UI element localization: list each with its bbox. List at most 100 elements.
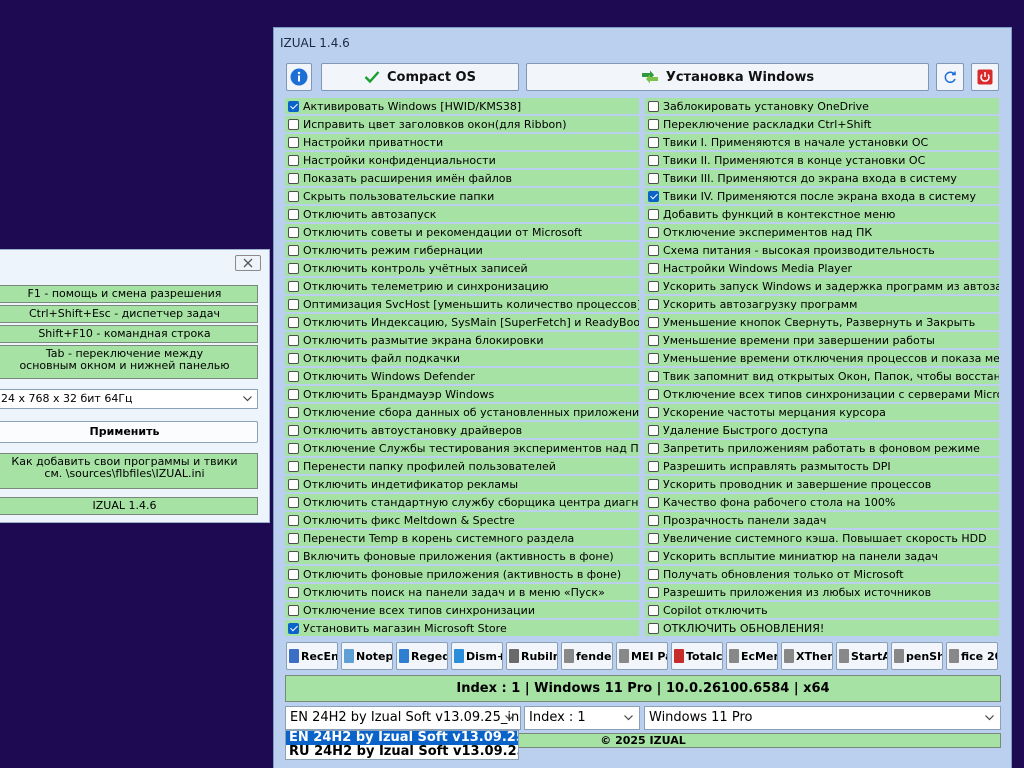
checkbox[interactable] — [648, 496, 659, 508]
power-button[interactable] — [971, 63, 999, 91]
right-option-row[interactable]: Ускорить всплытие миниатюр на панели зад… — [645, 548, 999, 564]
checkbox[interactable] — [648, 136, 659, 148]
right-option-row[interactable]: Добавить функций в контекстное меню — [645, 206, 999, 222]
left-option-row[interactable]: Исправить цвет заголовков окон(для Ribbo… — [285, 116, 639, 132]
right-option-row[interactable]: Качество фона рабочего стола на 100% — [645, 494, 999, 510]
left-option-row[interactable]: Отключить фикс Meltdown & Spectre — [285, 512, 639, 528]
checkbox[interactable] — [288, 334, 299, 346]
checkbox[interactable] — [648, 154, 659, 166]
left-option-row[interactable]: Отключить автозапуск — [285, 206, 639, 222]
program-button[interactable]: RecEnv — [286, 642, 338, 670]
checkbox[interactable] — [288, 190, 299, 202]
left-option-row[interactable]: Показать расширения имён файлов — [285, 170, 639, 186]
resolution-select[interactable]: 24 x 768 x 32 бит 64Гц — [0, 389, 258, 409]
checkbox[interactable] — [648, 226, 659, 238]
checkbox[interactable] — [288, 370, 299, 382]
left-option-row[interactable]: Отключить телеметрию и синхронизацию — [285, 278, 639, 294]
checkbox[interactable] — [648, 460, 659, 472]
checkbox[interactable] — [288, 496, 299, 508]
checkbox-checked[interactable] — [288, 622, 299, 634]
right-option-row[interactable]: Переключение раскладки Ctrl+Shift — [645, 116, 999, 132]
checkbox[interactable] — [648, 172, 659, 184]
left-option-row[interactable]: Отключить стандартную службу сборщика це… — [285, 494, 639, 510]
left-option-row[interactable]: Отключить советы и рекомендации от Micro… — [285, 224, 639, 240]
checkbox[interactable] — [288, 586, 299, 598]
checkbox[interactable] — [648, 316, 659, 328]
left-option-row[interactable]: Отключить режим гибернации — [285, 242, 639, 258]
left-option-row[interactable]: Включить фоновые приложения (активность … — [285, 548, 639, 564]
program-button[interactable]: Dism++ — [451, 642, 503, 670]
checkbox[interactable] — [648, 478, 659, 490]
checkbox[interactable] — [648, 550, 659, 562]
left-option-row[interactable]: Отключить автоустановку драйверов — [285, 422, 639, 438]
left-option-row[interactable]: Отключить поиск на панели задач и в меню… — [285, 584, 639, 600]
left-option-row[interactable]: Отключить индетификатор рекламы — [285, 476, 639, 492]
refresh-button[interactable] — [936, 63, 964, 91]
index-select[interactable]: Index : 1 — [524, 706, 640, 730]
program-button[interactable]: StartAllBa — [836, 642, 888, 670]
left-option-row[interactable]: Отключение всех типов синхронизации — [285, 602, 639, 618]
checkbox[interactable] — [288, 298, 299, 310]
checkbox-checked[interactable] — [648, 190, 659, 202]
checkbox[interactable] — [648, 280, 659, 292]
checkbox[interactable] — [648, 406, 659, 418]
program-button[interactable]: Regedit — [396, 642, 448, 670]
checkbox[interactable] — [288, 514, 299, 526]
right-option-row[interactable]: Ускорение частоты мерцания курсора — [645, 404, 999, 420]
right-option-row[interactable]: Уменьшение времени отключения процессов … — [645, 350, 999, 366]
checkbox[interactable] — [288, 460, 299, 472]
left-option-row[interactable]: Отключение Службы тестирования экспериме… — [285, 440, 639, 456]
checkbox[interactable] — [288, 532, 299, 544]
program-button[interactable]: Totalcm — [671, 642, 723, 670]
edition-select[interactable]: Windows 11 Pro — [644, 706, 1001, 730]
build-option[interactable]: RU 24H2 by Izual Soft v13.09.25_inst — [286, 745, 518, 759]
right-option-row[interactable]: Отключение экспериментов над ПК — [645, 224, 999, 240]
program-button[interactable]: MEI Parti — [616, 642, 668, 670]
helper-close-button[interactable] — [235, 255, 261, 271]
right-option-row[interactable]: Твики II. Применяются в конце установки … — [645, 152, 999, 168]
left-option-row[interactable]: Скрыть пользовательские папки — [285, 188, 639, 204]
checkbox[interactable] — [288, 424, 299, 436]
left-option-row[interactable]: Перенести папку профилей пользователей — [285, 458, 639, 474]
right-option-row[interactable]: Ускорить проводник и завершение процессо… — [645, 476, 999, 492]
program-button[interactable]: penShellS — [891, 642, 943, 670]
checkbox[interactable] — [648, 622, 659, 634]
info-button[interactable] — [286, 63, 312, 91]
program-button[interactable]: EcMenu_v — [726, 642, 778, 670]
checkbox[interactable] — [648, 568, 659, 580]
checkbox-checked[interactable] — [288, 100, 299, 112]
checkbox[interactable] — [648, 208, 659, 220]
checkbox[interactable] — [648, 424, 659, 436]
checkbox[interactable] — [288, 568, 299, 580]
checkbox[interactable] — [288, 550, 299, 562]
checkbox[interactable] — [288, 352, 299, 364]
checkbox[interactable] — [288, 316, 299, 328]
checkbox[interactable] — [648, 532, 659, 544]
right-option-row[interactable]: Увеличение системного кэша. Повышает ско… — [645, 530, 999, 546]
checkbox[interactable] — [288, 388, 299, 400]
right-option-row[interactable]: Ускорить запуск Windows и задержка прогр… — [645, 278, 999, 294]
checkbox[interactable] — [288, 280, 299, 292]
checkbox[interactable] — [288, 208, 299, 220]
left-option-row[interactable]: Отключить Брандмауэр Windows — [285, 386, 639, 402]
left-option-row[interactable]: Оптимизация SvcHost [уменьшить количеств… — [285, 296, 639, 312]
left-option-row[interactable]: Отключить Windows Defender — [285, 368, 639, 384]
checkbox[interactable] — [648, 244, 659, 256]
apply-button[interactable]: Применить — [0, 421, 258, 443]
left-option-row[interactable]: Установить магазин Microsoft Store — [285, 620, 639, 636]
program-button[interactable]: fender Re — [561, 642, 613, 670]
checkbox[interactable] — [648, 442, 659, 454]
right-option-row[interactable]: Твики III. Применяются до экрана входа в… — [645, 170, 999, 186]
right-option-row[interactable]: Схема питания - высокая производительнос… — [645, 242, 999, 258]
program-button[interactable]: XThemePa — [781, 642, 833, 670]
checkbox[interactable] — [288, 136, 299, 148]
right-option-row[interactable]: Уменьшение времени при завершении работы — [645, 332, 999, 348]
left-option-row[interactable]: Отключить фоновые приложения (активность… — [285, 566, 639, 582]
build-select[interactable]: EN 24H2 by Izual Soft v13.09.25_inst — [285, 706, 521, 730]
left-option-row[interactable]: Отключить размытие экрана блокировки — [285, 332, 639, 348]
left-option-row[interactable]: Активировать Windows [HWID/KMS38] — [285, 98, 639, 114]
left-option-row[interactable]: Отключить контроль учётных записей — [285, 260, 639, 276]
left-option-row[interactable]: Перенести Temp в корень системного разде… — [285, 530, 639, 546]
right-option-row[interactable]: Получать обновления только от Microsoft — [645, 566, 999, 582]
right-option-row[interactable]: Разрешить исправлять размытость DPI — [645, 458, 999, 474]
